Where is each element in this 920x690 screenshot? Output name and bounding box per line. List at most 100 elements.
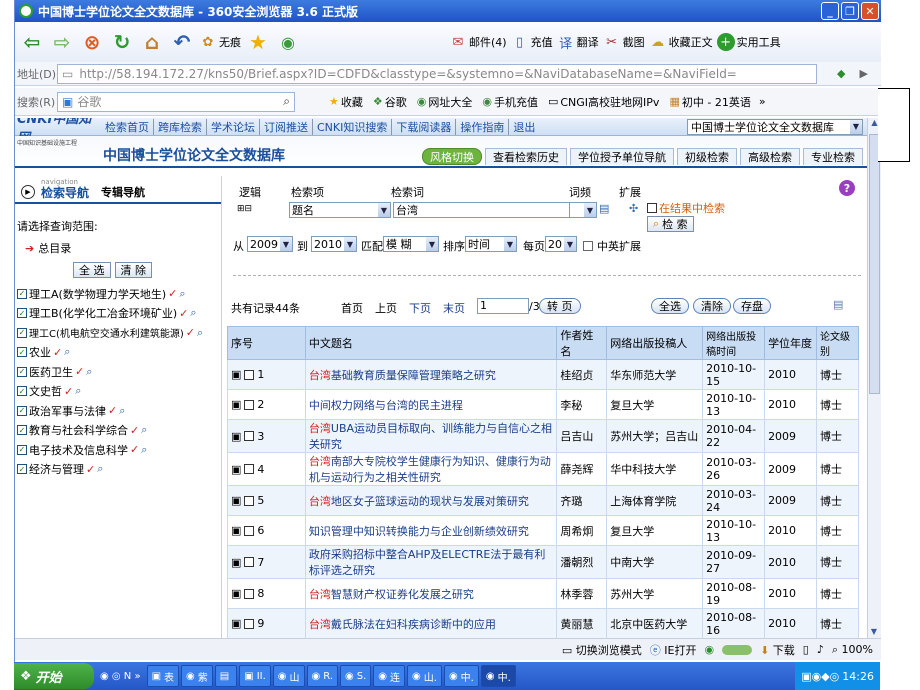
- cngi-link[interactable]: ▭ CNGI高校驻地网IPv: [548, 94, 659, 110]
- grid-icon[interactable]: ✣: [629, 202, 638, 215]
- title-link[interactable]: UBA运动员目标取向、训练能力与自信心之相关研究: [309, 422, 552, 451]
- title-cell[interactable]: 台湾基础教育质量保障管理策略之研究: [304, 359, 558, 390]
- refresh-icon[interactable]: ↻: [109, 29, 135, 55]
- title-highlight[interactable]: 台湾: [309, 495, 331, 508]
- magnifier-icon[interactable]: ⌕: [197, 326, 203, 340]
- match-select[interactable]: 模 糊 ▼: [383, 236, 439, 252]
- prev-page-link[interactable]: 上页: [375, 300, 397, 316]
- title-cell[interactable]: 中间权力网络与台湾的民主进程: [304, 389, 558, 420]
- row-checkbox[interactable]: [244, 431, 255, 441]
- tab-expert-search[interactable]: 专业检索: [803, 148, 863, 165]
- title-cell[interactable]: 台湾南部大专院校学生健康行为知识、健康行为动机与运动行为之相关性研究: [304, 452, 558, 486]
- category-item[interactable]: ✓ 文史哲 ✓ ⌕: [17, 382, 219, 402]
- search-button[interactable]: ⌕ 检 索: [647, 216, 694, 232]
- nav-link-home[interactable]: 检索首页: [101, 119, 153, 135]
- doc-icon[interactable]: ▣: [231, 587, 241, 600]
- select-all-results-button[interactable]: 全选: [651, 298, 689, 314]
- magnifier-icon[interactable]: ⌕: [141, 423, 147, 437]
- taskbar-item[interactable]: ◉ 紫: [181, 665, 213, 687]
- checkbox[interactable]: ✓: [17, 347, 27, 358]
- doc-icon[interactable]: ▣: [231, 617, 241, 630]
- row-checkbox[interactable]: [244, 399, 255, 410]
- title-link[interactable]: 政府采购招标中整合AHP及ELECTRE法于最有利标评选之研究: [309, 548, 545, 577]
- taskbar-item[interactable]: ◉ R.: [306, 665, 339, 687]
- tab-history[interactable]: 查看检索历史: [485, 148, 567, 165]
- taskbar-item[interactable]: ◉ 山: [272, 665, 305, 687]
- ie-open-button[interactable]: ⓔ IE打开: [650, 642, 697, 658]
- checkbox[interactable]: ✓: [17, 308, 27, 319]
- nav-link-knowledge[interactable]: CNKI知识搜索: [312, 118, 391, 135]
- safe-icon[interactable]: ◉: [275, 29, 301, 55]
- title-link[interactable]: 知识管理中知识转换能力与企业创新绩效研究: [309, 525, 529, 538]
- toggle-icon[interactable]: [722, 644, 753, 655]
- taskbar-item[interactable]: ◉ S.: [340, 665, 372, 687]
- go-icon[interactable]: ▶: [859, 67, 867, 80]
- title-link[interactable]: 智慧财产权证券化发展之研究: [331, 588, 474, 601]
- title-link[interactable]: 地区女子篮球运动的现状与发展对策研究: [331, 495, 529, 508]
- row-checkbox[interactable]: [244, 464, 255, 474]
- nav-link-forum[interactable]: 学术论坛: [206, 118, 259, 135]
- title-cell[interactable]: 台湾地区女子篮球运动的现状与发展对策研究: [304, 485, 558, 516]
- row-checkbox[interactable]: [244, 369, 255, 380]
- page-tools-icon[interactable]: ▯: [803, 643, 809, 656]
- doc-icon[interactable]: ▣: [231, 430, 241, 443]
- volume-icon[interactable]: ♪: [817, 643, 824, 656]
- category-item[interactable]: ✓ 医药卫生 ✓ ⌕: [17, 362, 219, 382]
- expand-icon[interactable]: ▤: [599, 202, 609, 215]
- magnifier-icon[interactable]: ⌕: [75, 384, 81, 398]
- first-page-link[interactable]: 首页: [341, 300, 363, 316]
- row-checkbox[interactable]: [244, 495, 255, 506]
- checkbox[interactable]: ✓: [17, 405, 27, 416]
- taskbar-item[interactable]: ▣ II.: [239, 665, 271, 687]
- year-from-select[interactable]: 2009 ▼: [247, 236, 293, 252]
- doc-icon[interactable]: ▣: [231, 398, 241, 411]
- magnifier-icon[interactable]: ⌕: [86, 365, 92, 379]
- checkbox[interactable]: ✓: [17, 288, 27, 299]
- mail-button[interactable]: ✉ 邮件(4): [449, 33, 507, 51]
- clear-results-button[interactable]: 清除: [693, 298, 731, 314]
- favorites-text-button[interactable]: ☁ 收藏正文: [649, 33, 713, 51]
- taskbar-item[interactable]: ▤: [214, 665, 238, 687]
- tray-icons[interactable]: ▣◉◆◎: [801, 670, 839, 683]
- row-checkbox[interactable]: [244, 588, 255, 599]
- sort-select[interactable]: 时间 ▼: [465, 236, 517, 252]
- more-icon[interactable]: »: [759, 95, 766, 108]
- help-icon[interactable]: ?: [839, 180, 855, 196]
- nav-link-subscribe[interactable]: 订阅推送: [259, 118, 312, 135]
- fav-link[interactable]: ★ 收藏: [329, 94, 363, 110]
- category-item[interactable]: ✓ 理工B(化学化工冶金环境矿业) ✓ ⌕: [17, 304, 219, 324]
- zoom-control[interactable]: ⌕ 100%: [832, 643, 873, 657]
- doc-icon[interactable]: ▣: [231, 463, 241, 476]
- magnifier-icon[interactable]: ⌕: [179, 287, 185, 301]
- checkbox[interactable]: ✓: [17, 464, 27, 475]
- doc-icon[interactable]: ▣: [231, 524, 241, 537]
- root-item[interactable]: ➔ 总目录: [25, 240, 219, 256]
- security-icon[interactable]: ◉: [704, 643, 714, 656]
- category-item[interactable]: ✓ 电子技术及信息科学 ✓ ⌕: [17, 440, 219, 460]
- taskbar-item[interactable]: ◉ 山.: [407, 665, 442, 687]
- magnifier-icon[interactable]: ⌕: [64, 345, 70, 359]
- list-icon[interactable]: ▤: [833, 298, 843, 311]
- tab-basic-search[interactable]: 初级检索: [677, 148, 737, 165]
- address-input[interactable]: ▭ http://58.194.172.27/kns50/Brief.aspx?I…: [57, 63, 817, 84]
- maximize-button[interactable]: ❐: [841, 2, 859, 20]
- magnifier-icon[interactable]: ⌕: [141, 443, 147, 457]
- category-item[interactable]: ✓ 经济与管理 ✓ ⌕: [17, 460, 219, 480]
- close-button[interactable]: ✕: [861, 2, 879, 20]
- nav-link-reader[interactable]: 下载阅读器: [391, 118, 455, 135]
- checkbox[interactable]: [647, 203, 657, 213]
- row-checkbox[interactable]: [244, 618, 255, 629]
- stop-icon[interactable]: ⊗: [79, 29, 105, 55]
- category-item[interactable]: ✓ 理工A(数学物理力学天地生) ✓ ⌕: [17, 284, 219, 304]
- search-input[interactable]: ▣ 谷歌 ⌕: [57, 91, 295, 112]
- year-to-select[interactable]: 2010 ▼: [311, 236, 357, 252]
- nav-link-exit[interactable]: 退出: [508, 118, 539, 135]
- tab-unit-nav[interactable]: 学位授予单位导航: [570, 148, 674, 165]
- back-icon[interactable]: ⇦: [19, 29, 45, 55]
- junior-link[interactable]: ▦ 初中 - 21英语 »: [669, 94, 765, 110]
- tab-advanced-search[interactable]: 高级检索: [740, 148, 800, 165]
- taskbar-item[interactable]: ▣ 表: [146, 665, 180, 687]
- home-icon[interactable]: ⌂: [139, 29, 165, 55]
- title-link[interactable]: 中间权力网络与台湾的民主进程: [309, 399, 463, 412]
- charge-button[interactable]: ▯ 充值: [511, 33, 553, 51]
